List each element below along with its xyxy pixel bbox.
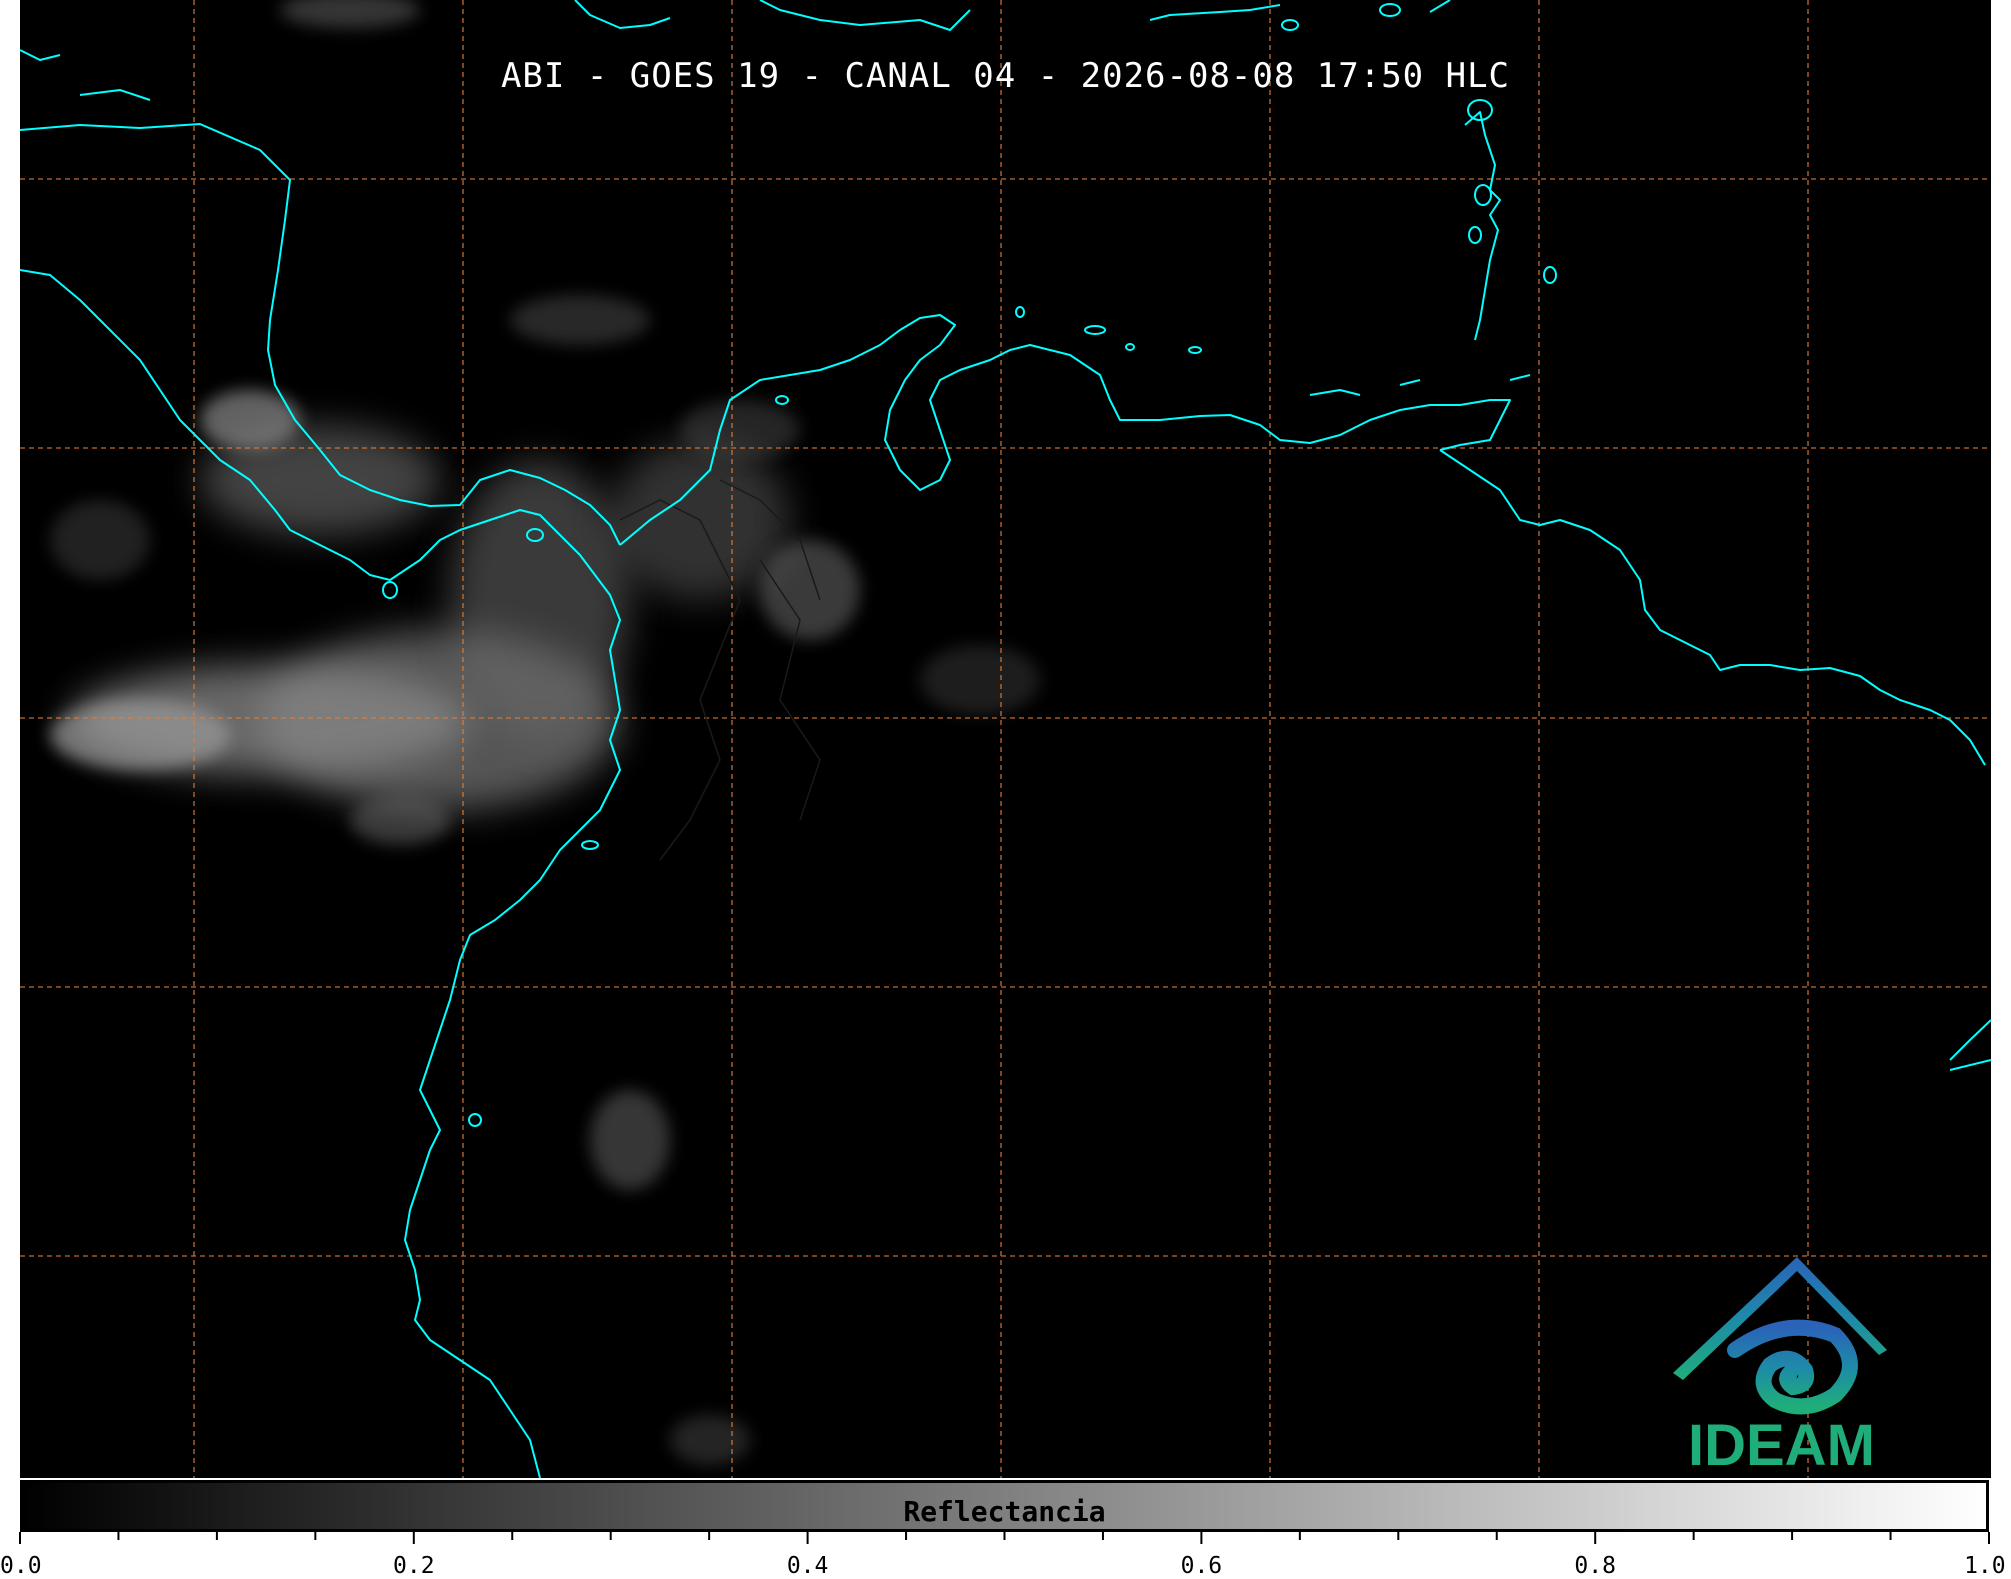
cloud-layer — [50, 0, 1040, 1465]
colorbar-tick-label: 0.0 — [0, 1553, 42, 1579]
reflectance-colorbar: Reflectancia — [20, 1480, 1989, 1532]
colorbar-tick-label: 0.2 — [393, 1553, 435, 1579]
colorbar-tick-label: 0.4 — [786, 1553, 829, 1579]
ideam-logo-text: IDEAM — [1688, 1413, 1875, 1478]
colorbar-tick-label: 1.0 — [1964, 1553, 2006, 1579]
colorbar-tick-label: 0.6 — [1180, 1553, 1223, 1579]
colorbar-ticks — [19, 1532, 1990, 1544]
colorbar-label: Reflectancia — [903, 1495, 1106, 1528]
colorbar-tick-label: 0.8 — [1574, 1553, 1616, 1579]
map-title: ABI - GOES 19 - CANAL 04 - 2026-08-08 17… — [500, 56, 1511, 96]
